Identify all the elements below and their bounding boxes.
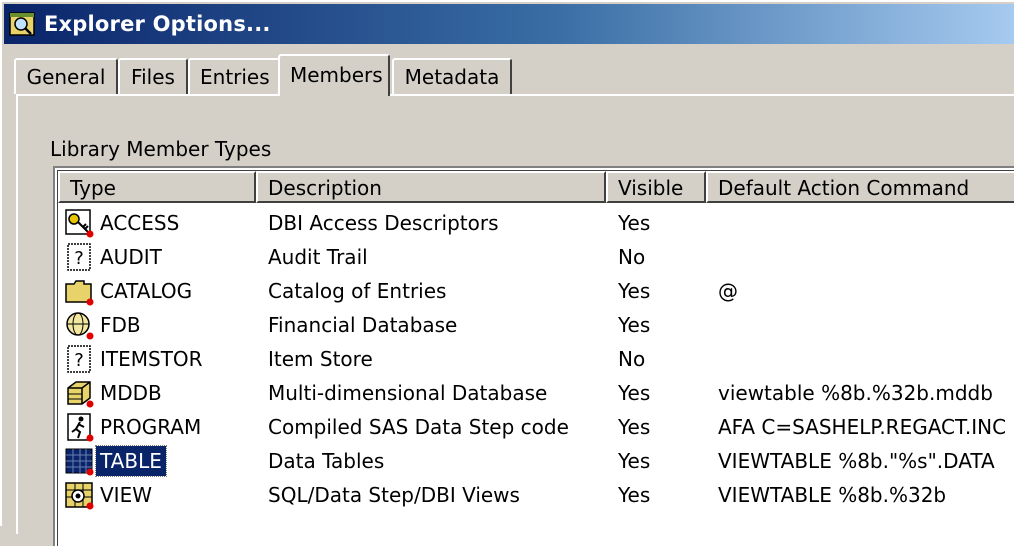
- table-row[interactable]: ? AUDIT Audit Trail No: [58, 240, 1014, 274]
- title-bar[interactable]: Explorer Options...: [4, 4, 1014, 44]
- member-types-list[interactable]: Type Description Visible Default Action …: [53, 166, 1014, 546]
- member-visible: No: [618, 245, 646, 269]
- member-default-action: VIEWTABLE %8b."%s".DATA: [718, 449, 995, 473]
- member-default-action: [718, 240, 1014, 274]
- tab-files[interactable]: Files: [118, 58, 188, 94]
- column-header-description[interactable]: Description: [256, 171, 606, 203]
- member-type-name: ACCESS: [100, 211, 180, 235]
- table-row[interactable]: FDB Financial Database Yes: [58, 308, 1014, 342]
- globe-icon: [64, 310, 94, 340]
- member-description: DBI Access Descriptors: [268, 211, 499, 235]
- member-type-name: AUDIT: [100, 245, 162, 269]
- explorer-app-icon: [8, 9, 38, 39]
- table-row[interactable]: ? ITEMSTOR Item Store No: [58, 342, 1014, 376]
- member-type-name: MDDB: [100, 381, 162, 405]
- list-header: Type Description Visible Default Action …: [58, 171, 1014, 203]
- question-icon: ?: [64, 242, 94, 272]
- svg-text:?: ?: [74, 350, 84, 371]
- member-visible: Yes: [618, 313, 651, 337]
- member-default-action: @: [718, 279, 738, 303]
- member-default-action: AFA C=SASHELP.REGACT.INC: [718, 415, 1007, 439]
- member-default-action: [718, 308, 1014, 342]
- member-description: Data Tables: [268, 449, 385, 473]
- column-header-type[interactable]: Type: [58, 171, 256, 203]
- member-description: Catalog of Entries: [268, 279, 447, 303]
- member-type-name: VIEW: [100, 483, 152, 507]
- member-type-name: FDB: [100, 313, 141, 337]
- member-description: Item Store: [268, 347, 373, 371]
- member-type-name: PROGRAM: [100, 415, 202, 439]
- tab-strip: General Files Entries Members Metadata: [14, 54, 1014, 96]
- member-description: Audit Trail: [268, 245, 368, 269]
- member-visible: Yes: [618, 483, 651, 507]
- member-type-name: CATALOG: [100, 279, 193, 303]
- member-description: SQL/Data Step/DBI Views: [268, 483, 520, 507]
- member-visible: Yes: [618, 449, 651, 473]
- member-visible: Yes: [618, 381, 651, 405]
- table-row[interactable]: CATALOG Catalog of Entries Yes @: [58, 274, 1014, 308]
- table-row[interactable]: PROGRAM Compiled SAS Data Step code Yes …: [58, 410, 1014, 444]
- tab-entries[interactable]: Entries: [188, 58, 280, 94]
- tab-general[interactable]: General: [14, 58, 118, 94]
- library-member-types-label: Library Member Types: [50, 137, 272, 161]
- table-row-selected[interactable]: TABLE Data Tables Yes VIEWTABLE %8b."%s"…: [58, 444, 1014, 478]
- column-header-visible[interactable]: Visible: [606, 171, 706, 203]
- member-description: Financial Database: [268, 313, 458, 337]
- member-description: Compiled SAS Data Step code: [268, 415, 569, 439]
- view-icon: [64, 480, 94, 510]
- member-default-action: [718, 342, 1014, 376]
- cube-icon: [64, 378, 94, 408]
- member-visible: No: [618, 347, 646, 371]
- member-default-action: viewtable %8b.%32b.mddb: [718, 381, 993, 405]
- tab-metadata[interactable]: Metadata: [392, 58, 512, 94]
- tab-members[interactable]: Members: [278, 54, 390, 96]
- member-visible: Yes: [618, 211, 651, 235]
- table-row[interactable]: MDDB Multi-dimensional Database Yes view…: [58, 376, 1014, 410]
- question-icon: ?: [64, 344, 94, 374]
- runner-icon: [64, 412, 94, 442]
- member-default-action: VIEWTABLE %8b.%32b: [718, 483, 947, 507]
- member-visible: Yes: [618, 279, 651, 303]
- member-type-name: ITEMSTOR: [100, 347, 203, 371]
- window-title: Explorer Options...: [44, 12, 271, 36]
- table-row[interactable]: ACCESS DBI Access Descriptors Yes: [58, 206, 1014, 240]
- svg-text:?: ?: [74, 248, 84, 269]
- folder-icon: [64, 276, 94, 306]
- table-row[interactable]: VIEW SQL/Data Step/DBI Views Yes VIEWTAB…: [58, 478, 1014, 512]
- column-header-default-action-command[interactable]: Default Action Command: [706, 171, 1014, 203]
- member-visible: Yes: [618, 415, 651, 439]
- member-default-action: [718, 206, 1014, 240]
- member-type-name: TABLE: [95, 445, 167, 477]
- member-description: Multi-dimensional Database: [268, 381, 548, 405]
- access-key-icon: [64, 208, 94, 238]
- table-icon: [64, 446, 94, 476]
